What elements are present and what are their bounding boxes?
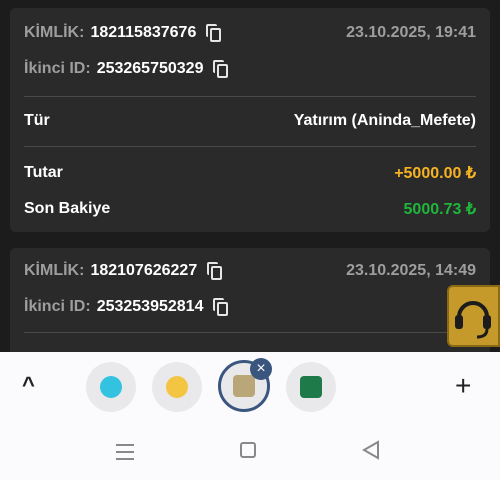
transaction-card: KİMLİK: 182107626227 23.10.2025, 14:49 İ… xyxy=(10,248,490,368)
bird-app-icon xyxy=(100,376,122,398)
copy-icon[interactable] xyxy=(207,262,223,280)
transaction-date: 23.10.2025, 14:49 xyxy=(346,262,476,279)
glasses-app-icon xyxy=(166,376,188,398)
support-button[interactable] xyxy=(447,285,500,347)
copy-icon[interactable] xyxy=(213,298,229,316)
copy-icon[interactable] xyxy=(213,60,229,78)
tutar-row: Tutar +5000.00 ₺ xyxy=(24,163,476,183)
back-icon[interactable] xyxy=(362,440,380,460)
kimlik-row: KİMLİK: 182107626227 23.10.2025, 14:49 xyxy=(24,262,476,280)
bakiye-row: Son Bakiye 5000.73 ₺ xyxy=(24,199,476,219)
transaction-card: KİMLİK: 182115837676 23.10.2025, 19:41 İ… xyxy=(10,8,490,232)
divider xyxy=(24,96,476,97)
kimlik-row: KİMLİK: 182115837676 23.10.2025, 19:41 xyxy=(24,24,476,42)
ikinci-id-label: İkinci ID: xyxy=(24,298,91,315)
kimlik-value: 182107626227 xyxy=(90,262,198,279)
wallet-app-icon xyxy=(300,376,322,398)
tab-wallet-app[interactable] xyxy=(286,362,336,412)
kimlik-value: 182115837676 xyxy=(90,24,197,41)
tur-value: Yatırım (Aninda_Mefete) xyxy=(293,112,476,129)
ikinci-id-row: İkinci ID: 253265750329 xyxy=(24,60,476,78)
kimlik-label: KİMLİK: xyxy=(24,262,85,279)
recents-icon[interactable] xyxy=(116,444,134,460)
tur-label: Tür xyxy=(24,112,50,129)
ikinci-id-label: İkinci ID: xyxy=(24,60,91,77)
collapse-chevron-icon[interactable]: ^ xyxy=(22,372,35,398)
bakiye-label: Son Bakiye xyxy=(24,200,111,217)
copy-icon[interactable] xyxy=(206,24,222,42)
ikinci-id-row: İkinci ID: 253253952814 xyxy=(24,298,476,316)
home-icon[interactable] xyxy=(240,442,256,458)
add-tab-button[interactable]: + xyxy=(455,370,471,402)
tutar-label: Tutar xyxy=(24,164,63,181)
divider xyxy=(24,332,476,333)
ikinci-id-value: 253265750329 xyxy=(96,60,204,77)
tur-row: Tür Yatırım (Aninda_Mefete) xyxy=(24,112,476,130)
ikinci-id-value: 253253952814 xyxy=(96,298,204,315)
kimlik-label: KİMLİK: xyxy=(24,24,85,41)
link-app-icon xyxy=(233,375,255,397)
tab-bird-app[interactable] xyxy=(86,362,136,412)
bakiye-value: 5000.73 ₺ xyxy=(403,201,476,218)
tutar-value: +5000.00 ₺ xyxy=(394,165,476,182)
transaction-date: 23.10.2025, 19:41 xyxy=(346,24,476,41)
tab-glasses-app[interactable] xyxy=(152,362,202,412)
headset-icon xyxy=(455,301,491,339)
divider xyxy=(24,146,476,147)
close-tab-icon[interactable]: × xyxy=(250,358,272,380)
